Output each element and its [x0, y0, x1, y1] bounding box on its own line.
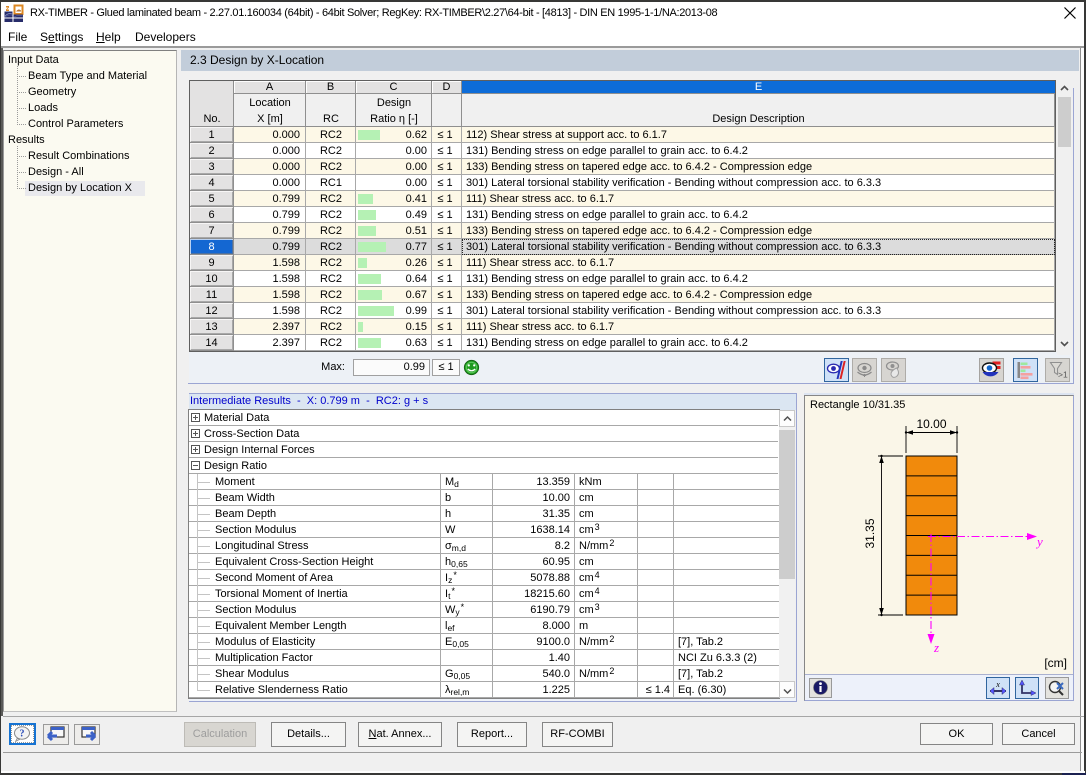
- svg-text:x: x: [995, 680, 1000, 689]
- svg-text:?: ?: [20, 729, 25, 740]
- svg-text:z: z: [933, 640, 939, 655]
- svg-text:31.35: 31.35: [863, 518, 877, 548]
- svg-text:[cm]: [cm]: [1044, 656, 1067, 670]
- svg-text:>1: >1: [1058, 370, 1068, 380]
- svg-text:y: y: [1035, 534, 1043, 549]
- svg-text:10.00: 10.00: [916, 417, 946, 431]
